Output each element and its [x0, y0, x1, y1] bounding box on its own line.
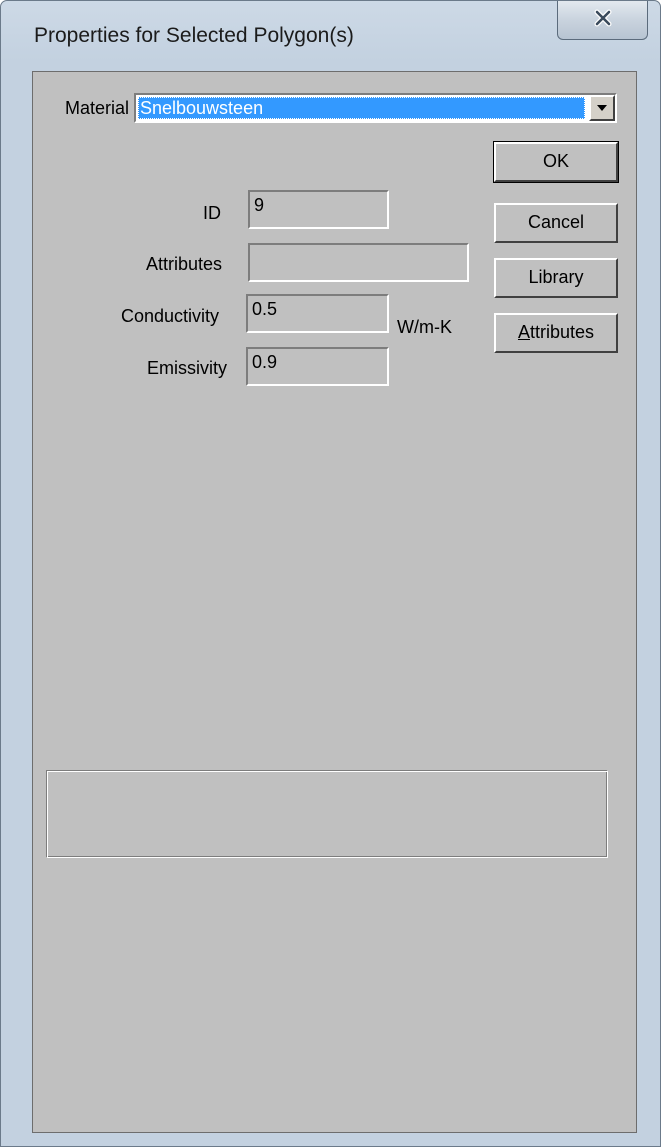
status-panel [46, 770, 608, 858]
emissivity-field[interactable]: 0.9 [246, 347, 389, 386]
attributes-button-mnemonic: A [517, 322, 530, 342]
material-dropdown[interactable]: Snelbouwsteen [134, 93, 617, 123]
id-field: 9 [248, 190, 389, 229]
attributes-field [248, 243, 469, 282]
attributes-button-label: ttributes [529, 322, 595, 342]
title-bar[interactable]: Properties for Selected Polygon(s) [1, 1, 660, 71]
chevron-down-icon [596, 99, 608, 117]
material-label: Material [65, 98, 130, 118]
cancel-button[interactable]: Cancel [494, 203, 618, 243]
id-label: ID [203, 203, 221, 223]
close-icon [593, 9, 613, 32]
material-selected-value: Snelbouwsteen [138, 97, 585, 119]
ok-button[interactable]: OK [493, 141, 619, 183]
dialog-client-area: Material Snelbouwsteen ID 9 Attributes C… [32, 71, 637, 1133]
conductivity-label: Conductivity [121, 306, 220, 326]
dropdown-button[interactable] [589, 95, 615, 121]
dialog-window: Properties for Selected Polygon(s) Mater… [0, 0, 661, 1147]
library-button[interactable]: Library [494, 258, 618, 298]
close-button[interactable] [557, 1, 648, 40]
window-title: Properties for Selected Polygon(s) [34, 24, 354, 47]
emissivity-label: Emissivity [147, 358, 227, 378]
attributes-button[interactable]: Attributes [494, 313, 618, 353]
conductivity-field[interactable]: 0.5 [246, 294, 389, 333]
conductivity-unit: W/m-K [397, 317, 452, 337]
attributes-label: Attributes [146, 254, 223, 274]
